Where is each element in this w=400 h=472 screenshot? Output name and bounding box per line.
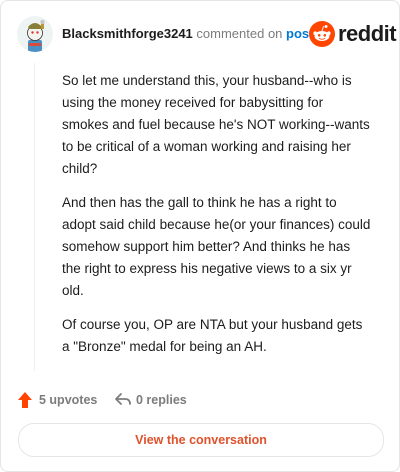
reddit-wordmark: reddit bbox=[338, 21, 397, 46]
reddit-snoo-icon bbox=[309, 21, 335, 47]
thread-line bbox=[34, 63, 35, 371]
replies-button[interactable]: 0 replies bbox=[114, 389, 214, 411]
reply-count: 0 replies bbox=[136, 393, 187, 407]
comment-actions: 5 upvotes 0 replies bbox=[17, 389, 317, 411]
avatar-icon bbox=[17, 16, 53, 52]
upvote-arrow-icon bbox=[18, 392, 32, 408]
user-avatar[interactable] bbox=[17, 16, 53, 52]
comment-body: So let me understand this, your husband-… bbox=[62, 70, 372, 370]
comment-paragraph: And then has the gall to think he has a … bbox=[62, 195, 371, 298]
upvote-count: 5 upvotes bbox=[39, 393, 98, 407]
comment-header: Blacksmithforge3241 commented on post re… bbox=[17, 16, 397, 52]
commented-on-label: commented on bbox=[196, 26, 283, 41]
comment-card: Blacksmithforge3241 commented on post re… bbox=[0, 0, 400, 472]
reply-arrow-icon bbox=[115, 393, 131, 405]
comment-paragraph: So let me understand this, your husband-… bbox=[62, 73, 370, 176]
reddit-logo[interactable]: reddit bbox=[309, 19, 397, 49]
comment-paragraph: Of course you, OP are NTA but your husba… bbox=[62, 317, 363, 354]
view-conversation-button[interactable]: View the conversation bbox=[18, 423, 384, 457]
header-text: Blacksmithforge3241 commented on post bbox=[62, 26, 313, 42]
username-link[interactable]: Blacksmithforge3241 bbox=[62, 26, 193, 41]
upvote-button[interactable]: 5 upvotes bbox=[17, 389, 107, 411]
